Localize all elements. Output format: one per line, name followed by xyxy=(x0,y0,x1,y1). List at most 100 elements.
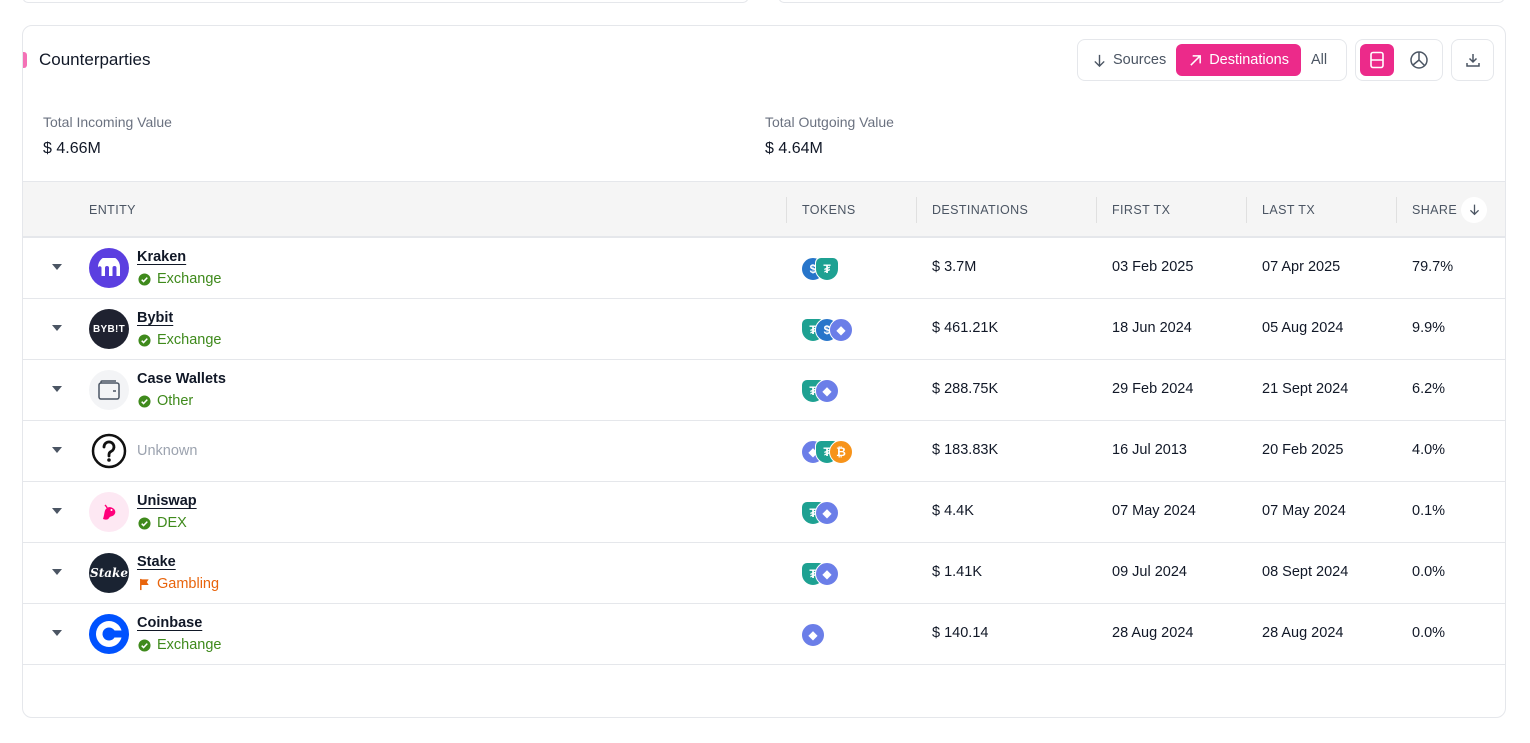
share-value: 4.0% xyxy=(1412,442,1446,458)
arrow-up-right-icon xyxy=(1190,54,1202,66)
category-label: Exchange xyxy=(157,637,222,653)
table-row[interactable]: Stake Stake Gambling ₮ ◆ $ 1.41K 09 Jul … xyxy=(23,543,1505,604)
stake-logo-icon: Stake xyxy=(89,553,129,593)
entity-category: Gambling xyxy=(138,576,219,592)
incoming-stat: Total Incoming Value $ 4.66M xyxy=(43,114,172,158)
arrow-down-icon xyxy=(1094,54,1105,67)
category-label: Exchange xyxy=(157,271,222,287)
column-divider xyxy=(1096,197,1097,223)
download-icon xyxy=(1465,54,1480,67)
last-tx-date: 07 May 2024 xyxy=(1262,503,1346,519)
incoming-value: $ 4.66M xyxy=(43,140,101,157)
header-share-label: SHARE xyxy=(1412,202,1458,217)
first-tx-date: 09 Jul 2024 xyxy=(1112,564,1187,580)
kraken-logo-icon xyxy=(89,248,129,288)
eth-token-icon: ◆ xyxy=(801,623,825,647)
sort-descending-button[interactable] xyxy=(1461,196,1488,223)
share-value: 79.7% xyxy=(1412,259,1454,275)
header-tokens[interactable]: TOKENS xyxy=(802,182,856,237)
first-tx-date: 29 Feb 2024 xyxy=(1112,381,1194,397)
category-label: Gambling xyxy=(157,576,220,592)
first-tx-date: 28 Aug 2024 xyxy=(1112,625,1194,641)
outgoing-value: $ 4.64M xyxy=(765,140,823,157)
expand-caret-icon[interactable] xyxy=(52,630,62,636)
entity-name[interactable]: Bybit xyxy=(137,310,173,326)
entity-name[interactable]: Kraken xyxy=(137,249,186,265)
verified-check-icon xyxy=(138,394,151,408)
entity-name: Unknown xyxy=(137,443,198,459)
entity-category: Exchange xyxy=(138,332,222,348)
entity-name[interactable]: Uniswap xyxy=(137,493,197,509)
expand-caret-icon[interactable] xyxy=(52,508,62,514)
title-accent-bar xyxy=(23,52,27,68)
sources-label: Sources xyxy=(1113,52,1167,68)
header-last-tx[interactable]: LAST TX xyxy=(1262,182,1315,237)
destinations-value: $ 4.4K xyxy=(932,503,974,519)
destinations-value: $ 183.83K xyxy=(932,442,999,458)
entity-name[interactable]: Coinbase xyxy=(137,615,202,631)
table-row[interactable]: Kraken Exchange $ ₮ $ 3.7M 03 Feb 2025 0… xyxy=(23,238,1505,299)
header-share[interactable]: SHARE xyxy=(1412,182,1488,237)
eth-token-icon: ◆ xyxy=(815,379,839,403)
destinations-value: $ 461.21K xyxy=(932,320,999,336)
table-row[interactable]: BYB!T Bybit Exchange ₮ $ ◆ $ 461.21K 18 … xyxy=(23,299,1505,360)
arrow-down-icon xyxy=(1469,204,1479,216)
panel-title: Counterparties xyxy=(39,50,151,69)
header-entity[interactable]: ENTITY xyxy=(89,182,136,237)
entity-category: DEX xyxy=(138,515,187,531)
download-button[interactable] xyxy=(1451,39,1494,81)
outgoing-stat: Total Outgoing Value $ 4.64M xyxy=(765,114,894,158)
token-list: ◆ ₮ ₿ xyxy=(801,440,853,464)
share-value: 9.9% xyxy=(1412,320,1446,336)
all-button[interactable]: All xyxy=(1301,44,1337,76)
destinations-value: $ 288.75K xyxy=(932,381,999,397)
wallet-icon xyxy=(89,370,129,410)
expand-caret-icon[interactable] xyxy=(52,386,62,392)
first-tx-date: 18 Jun 2024 xyxy=(1112,320,1192,336)
uniswap-logo-icon xyxy=(89,492,129,532)
header-destinations[interactable]: DESTINATIONS xyxy=(932,182,1028,237)
table-view-icon xyxy=(1370,51,1384,69)
incoming-label: Total Incoming Value xyxy=(43,114,172,130)
last-tx-date: 20 Feb 2025 xyxy=(1262,442,1344,458)
table-row[interactable]: Uniswap DEX ₮ ◆ $ 4.4K 07 May 2024 07 Ma… xyxy=(23,482,1505,543)
entity-name[interactable]: Stake xyxy=(137,554,176,570)
outgoing-label: Total Outgoing Value xyxy=(765,114,894,130)
direction-toggle: Sources Destinations All xyxy=(1077,39,1347,81)
token-list: $ ₮ xyxy=(801,257,839,281)
category-label: Exchange xyxy=(157,332,222,348)
expand-caret-icon[interactable] xyxy=(52,325,62,331)
table-row[interactable]: Unknown ◆ ₮ ₿ $ 183.83K 16 Jul 2013 20 F… xyxy=(23,421,1505,482)
counterparties-panel: Counterparties Sources Destinations All … xyxy=(22,25,1506,718)
share-value: 0.1% xyxy=(1412,503,1446,519)
eth-token-icon: ◆ xyxy=(815,562,839,586)
table-header: ENTITY TOKENS DESTINATIONS FIRST TX LAST… xyxy=(23,181,1505,238)
verified-check-icon xyxy=(138,272,151,286)
destinations-value: $ 140.14 xyxy=(932,625,989,641)
chart-view-button[interactable] xyxy=(1402,44,1436,76)
flag-icon xyxy=(140,578,149,590)
category-label: DEX xyxy=(157,515,187,531)
entity-category: Other xyxy=(138,393,193,409)
token-list: ₮ ◆ xyxy=(801,501,839,525)
expand-caret-icon[interactable] xyxy=(52,569,62,575)
verified-check-icon xyxy=(138,638,151,652)
expand-caret-icon[interactable] xyxy=(52,447,62,453)
token-list: ₮ ◆ xyxy=(801,562,839,586)
header-first-tx[interactable]: FIRST TX xyxy=(1112,182,1170,237)
column-divider xyxy=(1246,197,1247,223)
question-icon xyxy=(89,431,129,471)
destinations-button[interactable]: Destinations xyxy=(1176,44,1301,76)
table-row[interactable]: Case Wallets Other ₮ ◆ $ 288.75K 29 Feb … xyxy=(23,360,1505,421)
share-value: 6.2% xyxy=(1412,381,1446,397)
first-tx-date: 16 Jul 2013 xyxy=(1112,442,1187,458)
destinations-label: Destinations xyxy=(1209,52,1289,68)
previous-card-left xyxy=(22,0,749,3)
view-toggle xyxy=(1355,39,1443,81)
table-row[interactable]: Coinbase Exchange ◆ $ 140.14 28 Aug 2024… xyxy=(23,604,1505,665)
category-label: Other xyxy=(157,393,194,409)
sources-button[interactable]: Sources xyxy=(1082,44,1176,76)
share-value: 0.0% xyxy=(1412,625,1446,641)
expand-caret-icon[interactable] xyxy=(52,264,62,270)
table-view-button[interactable] xyxy=(1360,44,1394,76)
